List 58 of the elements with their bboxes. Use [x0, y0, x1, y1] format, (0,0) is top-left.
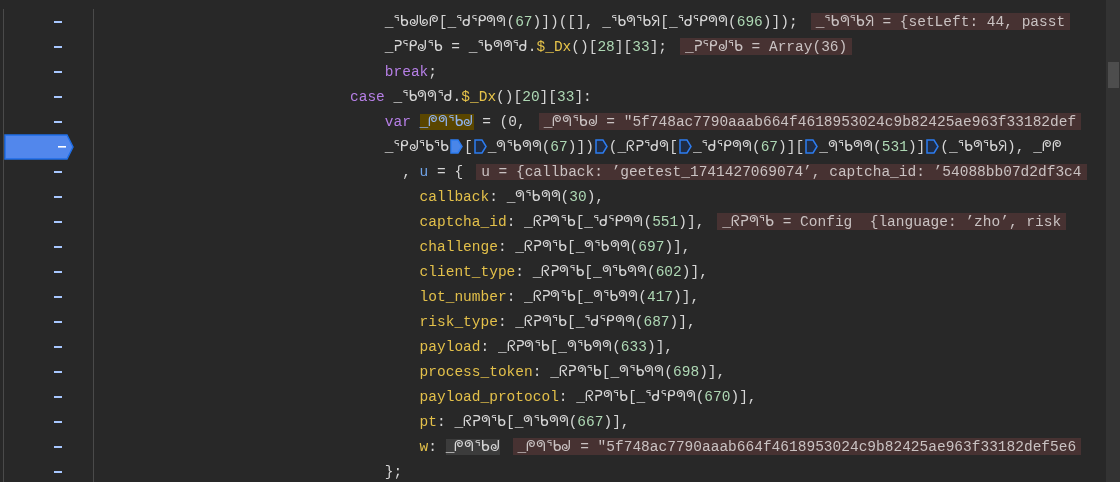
breakpoint-marker-icon[interactable]	[594, 139, 608, 154]
gutter-dash-icon[interactable]	[54, 271, 62, 273]
gutter-dash-icon[interactable]	[54, 396, 62, 398]
inline-value: _ᖘᖗᖃᖙ = ″5f748ac7790aaab664f4618953024c9b82425ae963f33182def5e6	[512, 438, 1082, 455]
code-text: (_ᖃᖗᖃᖆ), _ᖘᖘ	[940, 138, 1062, 155]
gutter-dash-icon[interactable]	[54, 96, 62, 98]
breakpoint-marker[interactable]	[4, 134, 74, 160]
breakpoint-marker-icon[interactable]	[926, 139, 940, 154]
breakpoint-marker-icon[interactable]	[473, 139, 487, 154]
code-text: case _ᖃᖗᖗᖁ.$_Dx()[20][33]:	[350, 88, 592, 105]
breakpoint-marker-icon[interactable]	[805, 139, 819, 154]
code-text: payload_protocol: _ᖇᕈᖗᖃ[_ᖁᕿᖗᖗ(670)],	[419, 388, 757, 405]
inline-value: _ᖇᕈᖗᖃ = Config {language: ’zho’, risk	[717, 213, 1067, 230]
gutter-dash-icon[interactable]	[54, 71, 62, 73]
gutter-dash-icon[interactable]	[54, 296, 62, 298]
code-text: _ᖗᖃᖗᖗ(531)]	[819, 138, 926, 155]
code-text: _ᖗᖃᖗᖗ(67)])	[487, 138, 594, 155]
gutter-dash-icon[interactable]	[54, 371, 62, 373]
code-text: challenge: _ᖇᕈᖗᖃ[_ᖗᖃᖗᖗ(697)],	[419, 238, 691, 255]
code-text: process_token: _ᖇᕈᖗᖃ[_ᖗᖃᖗᖗ(698)],	[419, 363, 726, 380]
code-text: lot_number: _ᖇᕈᖗᖃ[_ᖗᖃᖗᖗ(417)],	[419, 288, 700, 305]
code-text: callback: _ᖗᖃᖗᖗ(30),	[419, 188, 605, 205]
code-text: payload: _ᖇᕈᖗᖃ[_ᖗᖃᖗᖗ(633)],	[419, 338, 674, 355]
gutter-dash-icon[interactable]	[54, 171, 62, 173]
code-text: risk_type: _ᖇᕈᖗᖃ[_ᖁᕿᖗᖗ(687)],	[419, 313, 696, 330]
gutter-dash-icon[interactable]	[54, 471, 62, 473]
gutter-dash-icon[interactable]	[54, 246, 62, 248]
gutter-dash-icon[interactable]	[54, 46, 62, 48]
scrollbar-thumb[interactable]	[1108, 62, 1119, 88]
code-text: _ᖁᕿᖗᖗ(67)][	[692, 138, 805, 155]
scrollbar[interactable]	[1106, 0, 1120, 482]
inline-value: _ᖘᖗᖃᖙ = ″5f748ac7790aaab664f4618953024c9b82425ae963f33182def	[538, 113, 1082, 130]
breakpoint-marker-icon[interactable]	[678, 139, 692, 154]
inline-value: _ᕈᕿᖙᖃ = Array(36)	[680, 38, 853, 55]
inline-value: u = {callback: ’geetest_1741427069074’, captcha_id: ’54088bb07d2df3c4	[476, 163, 1087, 180]
code-text: (_ᖇᕈᖁᖗ[	[608, 138, 678, 155]
code-text: break;	[384, 63, 437, 80]
gutter-dash-icon[interactable]	[54, 446, 62, 448]
code-text: , u = {	[402, 163, 464, 180]
code-text: _ᕈᕿᖙᖃ = _ᖃᖗᖗᖁ.$_Dx()[28][33];	[384, 38, 668, 55]
code-text: client_type: _ᖇᕈᖗᖃ[_ᖗᖃᖗᖗ(602)],	[419, 263, 708, 280]
gutter-dash-icon[interactable]	[54, 346, 62, 348]
code-text: pt: _ᖇᕈᖗᖃ[_ᖗᖃᖗᖗ(667)],	[419, 413, 630, 430]
code-text: [	[464, 138, 473, 155]
gutter-dash-icon[interactable]	[54, 21, 62, 23]
code-text: _ᖃᖙᖚᖘ[_ᖁᕿᖗᖗ(67)])([], _ᖃᖗᖃᖆ[_ᖁᕿᖗᖗ(696)]);	[384, 13, 798, 30]
inline-value: _ᖃᖗᖃᖆ = {setLeft: 44, passt	[810, 13, 1071, 30]
code-text: var _ᖘᖗᖃᖙ = (0,	[384, 113, 526, 130]
code-text: captcha_id: _ᖇᕈᖗᖃ[_ᖁᕿᖗᖗ(551)],	[419, 213, 705, 230]
gutter-dash-icon[interactable]	[54, 321, 62, 323]
gutter-dash-icon[interactable]	[54, 421, 62, 423]
gutter-dash-icon[interactable]	[54, 196, 62, 198]
code-text: };	[384, 463, 403, 480]
gutter-dash-icon[interactable]	[54, 121, 62, 123]
breakpoint-marker-icon[interactable]	[450, 139, 464, 154]
gutter-dash-icon[interactable]	[54, 221, 62, 223]
code-text: w: _ᖘᖗᖃᖙ	[419, 438, 500, 455]
code-text: _ᕿᖙᖃᖃ	[384, 138, 450, 155]
